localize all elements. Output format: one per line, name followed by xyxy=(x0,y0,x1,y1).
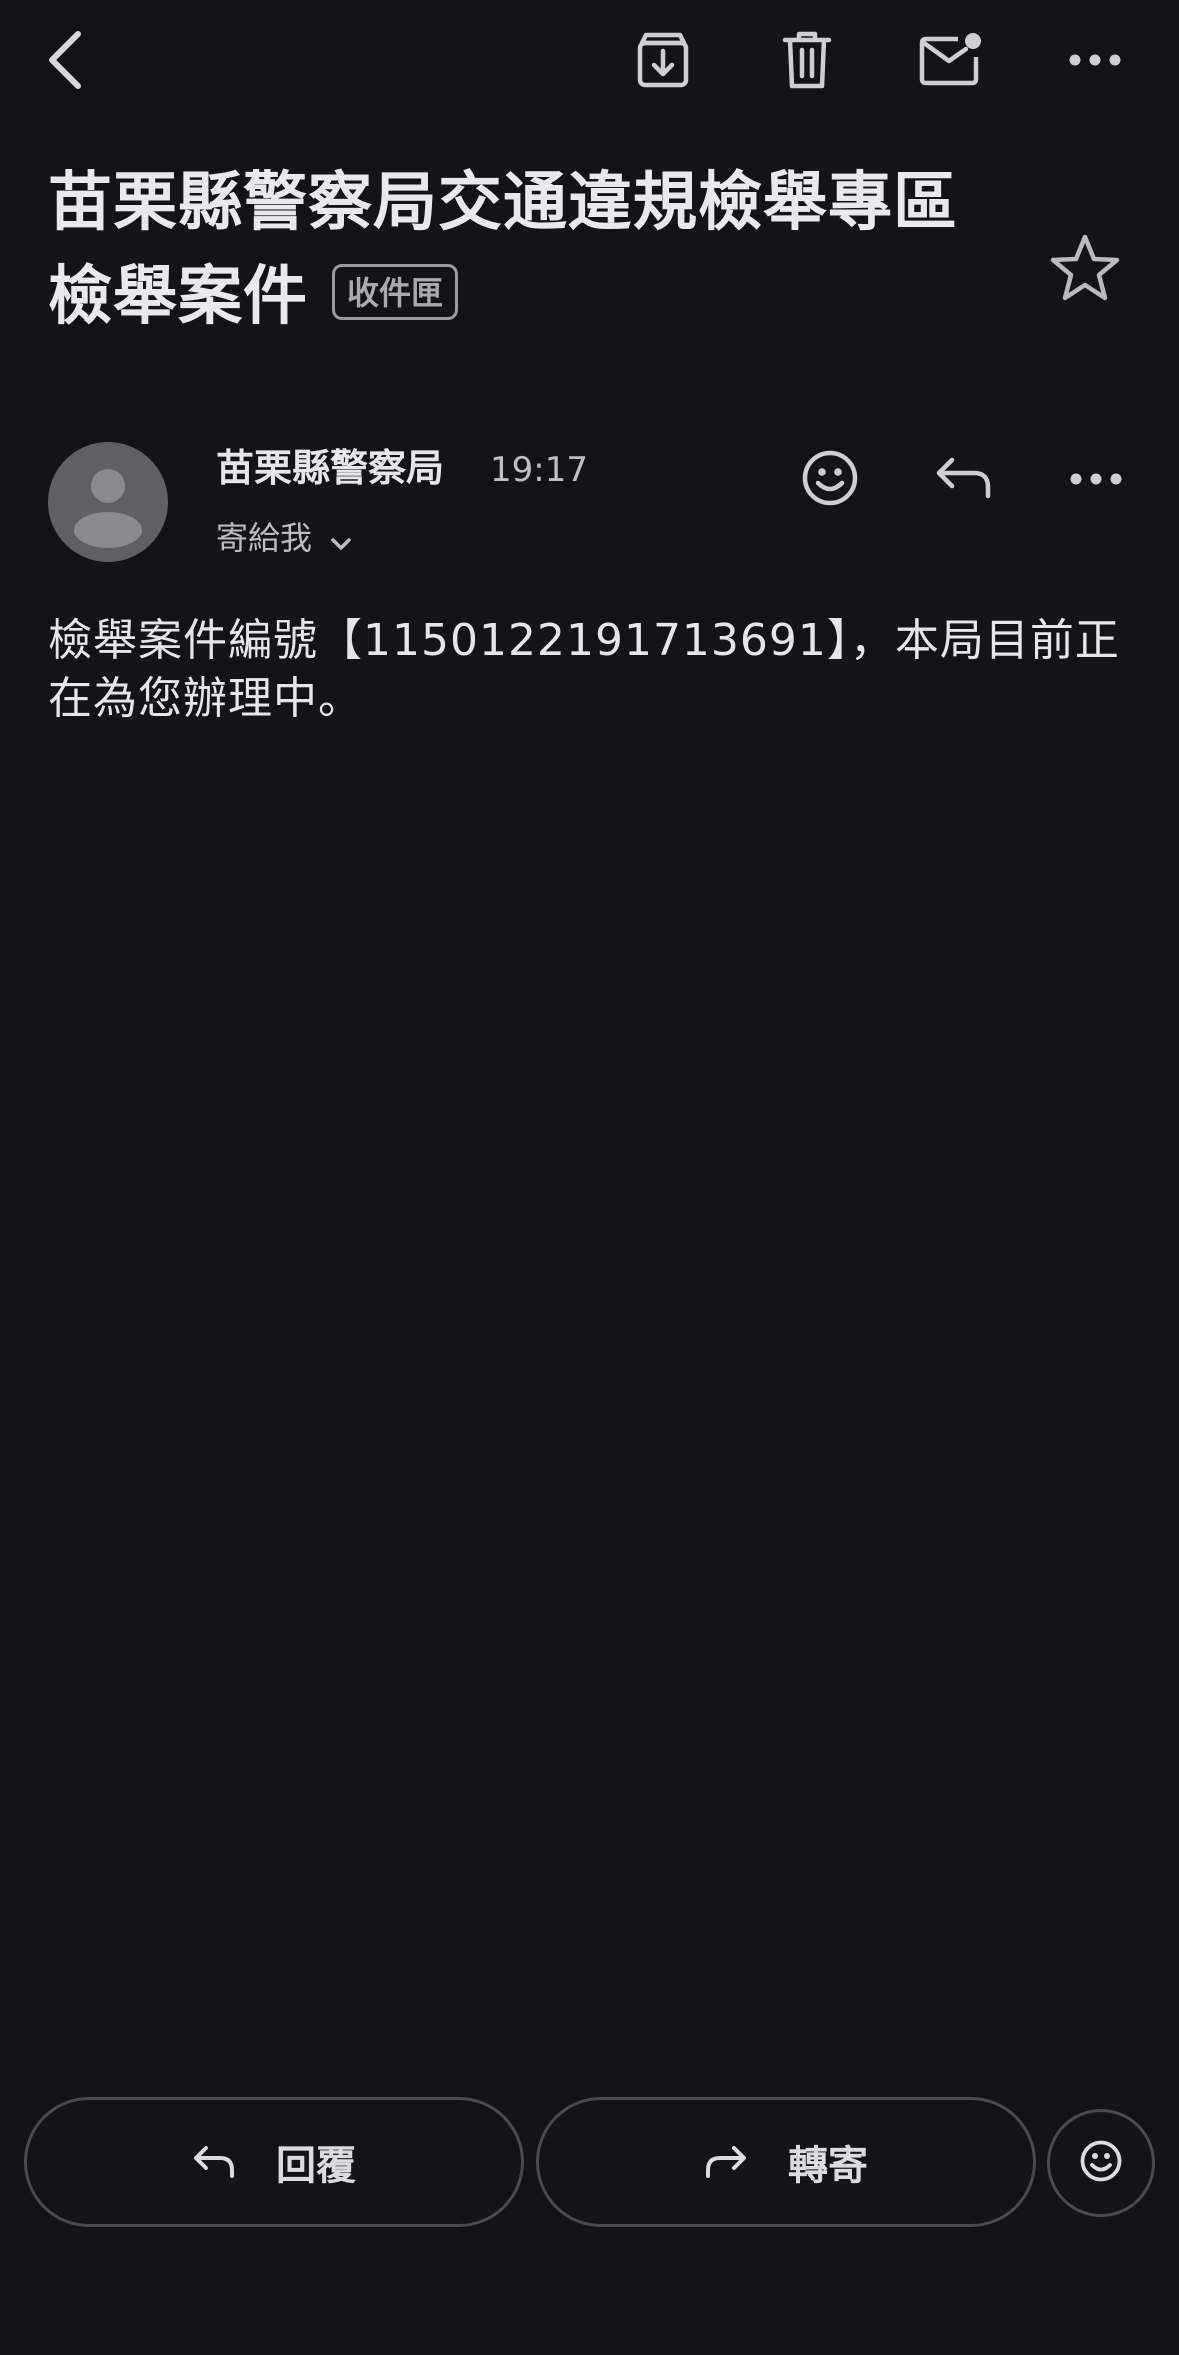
mark-unread-button[interactable] xyxy=(909,18,993,102)
star-button[interactable] xyxy=(1040,225,1130,315)
avatar[interactable] xyxy=(48,442,168,562)
person-icon xyxy=(74,469,142,548)
recipient-details-toggle[interactable]: 寄給我 xyxy=(216,510,352,566)
more-horizontal-icon xyxy=(1069,53,1121,67)
subject-line-2-text: 檢舉案件 xyxy=(48,260,308,334)
subject-line-1: 苗栗縣警察局交通違規檢舉專區 xyxy=(48,166,958,240)
archive-icon xyxy=(634,31,692,89)
reply-icon xyxy=(934,456,994,504)
reply-action-label: 回覆 xyxy=(276,2143,356,2189)
smiley-icon xyxy=(801,449,859,511)
star-outline-icon xyxy=(1049,233,1121,307)
smiley-icon xyxy=(1079,2139,1123,2187)
chevron-left-icon xyxy=(44,28,88,92)
mail-unread-icon xyxy=(918,31,984,89)
reply-icon xyxy=(192,2144,236,2180)
forward-icon xyxy=(704,2144,748,2180)
emoji-reaction-button[interactable] xyxy=(1047,2109,1155,2217)
reply-button[interactable] xyxy=(918,434,1010,526)
chevron-down-icon xyxy=(330,514,352,566)
more-horizontal-icon xyxy=(1070,471,1122,490)
subject-line-2: 檢舉案件 收件匣 xyxy=(48,250,1008,344)
forward-action-button[interactable]: 轉寄 xyxy=(536,2097,1036,2227)
trash-icon xyxy=(781,30,833,90)
recipient-label: 寄給我 xyxy=(216,519,313,557)
message-body: 檢舉案件編號【1150122191713691】，本局目前正在為您辦理中。 xyxy=(48,615,1120,724)
reply-action-button[interactable]: 回覆 xyxy=(24,2097,524,2227)
forward-action-label: 轉寄 xyxy=(788,2143,868,2189)
sent-time: 19:17 xyxy=(490,450,588,490)
inbox-label-chip[interactable]: 收件匣 xyxy=(332,264,459,321)
more-options-button[interactable] xyxy=(1053,18,1137,102)
react-emoji-button[interactable] xyxy=(784,434,876,526)
sender-name[interactable]: 苗栗縣警察局 xyxy=(216,440,444,496)
delete-button[interactable] xyxy=(765,18,849,102)
back-button[interactable] xyxy=(24,18,108,102)
email-subject: 苗栗縣警察局交通違規檢舉專區 檢舉案件 收件匣 xyxy=(48,156,1008,344)
archive-button[interactable] xyxy=(621,18,705,102)
message-more-button[interactable] xyxy=(1050,434,1142,526)
